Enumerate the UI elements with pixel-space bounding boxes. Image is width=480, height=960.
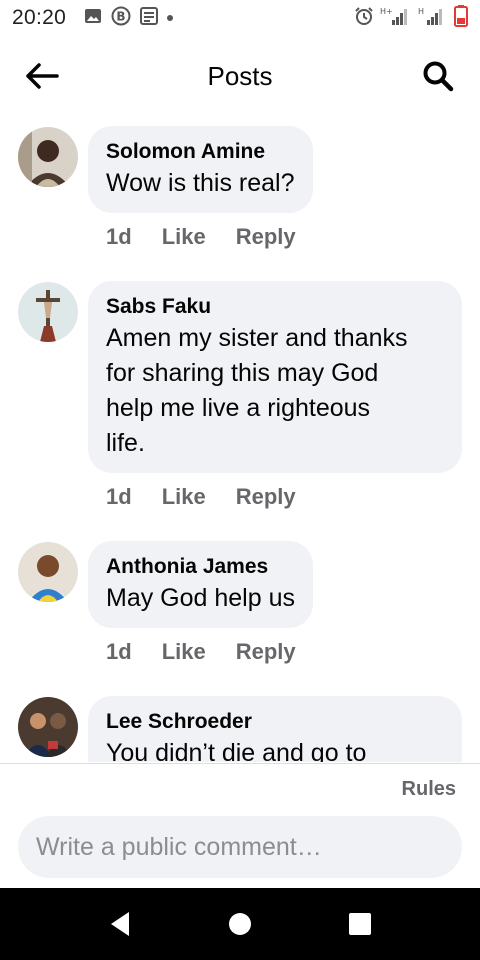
comment-text-line: for sharing this may God xyxy=(106,359,379,387)
comment-text-line: life. xyxy=(106,429,145,457)
comment-text-line: Amen my sister and thanks xyxy=(106,324,408,352)
nav-home-button[interactable] xyxy=(220,904,260,944)
like-button[interactable]: Like xyxy=(162,484,206,510)
nav-back-button[interactable] xyxy=(100,904,140,944)
comment-bubble: Lee Schroeder You didn’t die and go to xyxy=(88,696,462,762)
page-title: Posts xyxy=(207,60,273,91)
comment-time: 1d xyxy=(106,639,132,664)
comment-author[interactable]: Sabs Faku xyxy=(106,293,444,321)
comment-author[interactable]: Anthonia James xyxy=(106,553,295,581)
system-nav-bar xyxy=(0,888,480,960)
signal-hplus-icon: H+ xyxy=(380,6,412,31)
comment-author[interactable]: Lee Schroeder xyxy=(106,708,444,736)
svg-text:B: B xyxy=(116,9,125,23)
comment-bubble: Sabs Faku Amen my sister and thanks for … xyxy=(88,281,462,473)
reply-button[interactable]: Reply xyxy=(236,639,296,665)
search-icon xyxy=(423,61,454,92)
square-recents-icon xyxy=(349,913,371,935)
comment-text: Wow is this real? xyxy=(106,169,295,197)
status-time: 20:20 xyxy=(12,6,67,29)
back-button[interactable] xyxy=(22,58,62,94)
comment-actions: 1d Like Reply xyxy=(106,639,296,665)
avatar[interactable] xyxy=(18,127,78,187)
comment-input[interactable] xyxy=(36,832,462,862)
comment-author[interactable]: Solomon Amine xyxy=(106,138,295,166)
rules-link[interactable]: Rules xyxy=(402,778,456,801)
comment-time: 1d xyxy=(106,224,132,249)
news-icon xyxy=(140,6,159,30)
battery-low-icon xyxy=(454,4,468,32)
composer-divider xyxy=(0,763,480,764)
app-header: Posts xyxy=(0,40,480,112)
signal-h-icon: H xyxy=(418,6,448,31)
triangle-back-icon xyxy=(111,912,129,936)
comment-actions: 1d Like Reply xyxy=(106,224,296,250)
dot-icon xyxy=(167,15,174,21)
like-button[interactable]: Like xyxy=(162,224,206,250)
image-icon xyxy=(84,8,102,29)
status-bar: 20:20 B H+ H xyxy=(0,0,480,36)
search-button[interactable] xyxy=(418,56,458,96)
svg-text:H+: H+ xyxy=(380,7,393,16)
back-arrow-icon xyxy=(26,63,59,89)
comment-bubble: Solomon Amine Wow is this real? xyxy=(88,126,313,213)
reply-button[interactable]: Reply xyxy=(236,224,296,250)
comment-bubble: Anthonia James May God help us xyxy=(88,541,313,628)
comment-text-line: help me live a righteous xyxy=(106,394,371,422)
avatar[interactable] xyxy=(18,282,78,342)
comment-text: You didn’t die and go to xyxy=(106,739,367,762)
like-button[interactable]: Like xyxy=(162,639,206,665)
b-icon: B xyxy=(111,6,131,31)
avatar[interactable] xyxy=(18,542,78,602)
reply-button[interactable]: Reply xyxy=(236,484,296,510)
comment-text: May God help us xyxy=(106,584,295,612)
comment-actions: 1d Like Reply xyxy=(106,484,296,510)
comment-composer[interactable] xyxy=(18,816,462,878)
avatar[interactable] xyxy=(18,697,78,757)
status-right-icons: H+ H xyxy=(354,4,468,32)
circle-home-icon xyxy=(229,913,251,935)
comment-text: Amen my sister and thanks for sharing th… xyxy=(106,321,444,461)
status-left-icons: B xyxy=(84,6,174,31)
svg-text:H: H xyxy=(418,7,424,16)
comments-list[interactable]: Solomon Amine Wow is this real? 1d Like … xyxy=(0,112,480,762)
comment-time: 1d xyxy=(106,484,132,509)
nav-recents-button[interactable] xyxy=(340,904,380,944)
alarm-icon xyxy=(354,6,374,31)
